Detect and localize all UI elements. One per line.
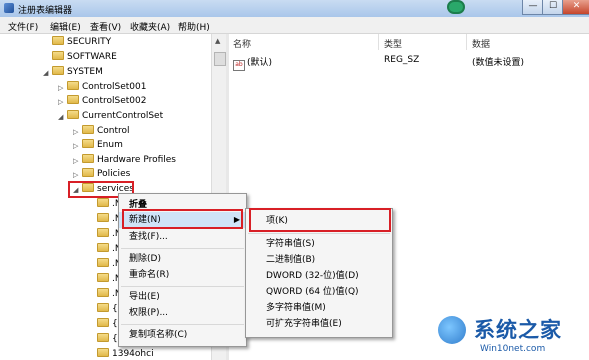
folder-icon <box>67 81 79 90</box>
folder-icon <box>82 154 94 163</box>
submenu-item-string[interactable]: 字符串值(S) <box>246 236 392 252</box>
scroll-thumb[interactable] <box>214 52 226 66</box>
menu-favorites[interactable]: 收藏夹(A) <box>130 20 170 33</box>
folder-icon <box>97 288 109 297</box>
scroll-up-icon[interactable]: ▲ <box>215 37 220 45</box>
submenu-item-expandable-string[interactable]: 可扩充字符串值(E) <box>246 316 392 332</box>
tree-node[interactable]: SYSTEM <box>52 65 103 79</box>
maximize-button[interactable]: ☐ <box>542 0 564 15</box>
regedit-icon <box>4 3 14 13</box>
submenu-item-qword[interactable]: QWORD (64 位)值(Q) <box>246 284 392 300</box>
menu-separator <box>121 324 244 325</box>
expander-closed-icon[interactable]: ▷ <box>73 157 78 165</box>
column-header-type[interactable]: 类型 <box>384 37 402 50</box>
string-value-icon: ab <box>233 60 245 71</box>
folder-icon <box>97 213 109 222</box>
tree-node[interactable]: Policies <box>82 167 130 181</box>
tree-node[interactable]: SOFTWARE <box>52 50 117 64</box>
window-title: 注册表编辑器 <box>18 6 73 16</box>
column-divider[interactable] <box>378 34 379 50</box>
expander-closed-icon[interactable]: ▷ <box>58 84 63 92</box>
folder-icon <box>97 318 109 327</box>
new-highlight-box <box>122 209 243 229</box>
tree-node[interactable]: Hardware Profiles <box>82 153 176 167</box>
menu-separator <box>248 233 390 234</box>
menu-file[interactable]: 文件(F) <box>8 20 38 33</box>
close-button[interactable]: ✕ <box>562 0 589 15</box>
column-header-name[interactable]: 名称 <box>233 37 251 50</box>
watermark-brand: 系统之家 <box>474 318 562 342</box>
expander-closed-icon[interactable]: ▷ <box>58 98 63 106</box>
watermark: 系统之家 Win10net.com <box>432 310 589 360</box>
submenu-item-binary[interactable]: 二进制值(B) <box>246 252 392 268</box>
submenu-item-multi-string[interactable]: 多字符串值(M) <box>246 300 392 316</box>
tree-node[interactable]: Control <box>82 124 130 138</box>
column-divider[interactable] <box>466 34 467 50</box>
minimize-button[interactable]: — <box>522 0 544 15</box>
folder-icon <box>97 273 109 282</box>
folder-icon <box>97 228 109 237</box>
expander-open-icon[interactable]: ◢ <box>43 69 48 77</box>
title-bar: 注册表编辑器 — ☐ ✕ <box>0 0 589 17</box>
folder-icon <box>97 198 109 207</box>
folder-icon <box>52 51 64 60</box>
tree-node[interactable]: 1394ohci <box>97 347 154 360</box>
value-row-name[interactable]: ab (默认) <box>233 55 272 71</box>
folder-icon <box>52 66 64 75</box>
value-row-data: (数值未设置) <box>472 58 525 68</box>
watermark-url: Win10net.com <box>480 344 546 354</box>
menu-item-permissions[interactable]: 权限(P)... <box>119 305 246 321</box>
expander-closed-icon[interactable]: ▷ <box>73 171 78 179</box>
menu-view[interactable]: 查看(V) <box>90 20 121 33</box>
menu-item-export[interactable]: 导出(E) <box>119 289 246 305</box>
menu-edit[interactable]: 编辑(E) <box>50 20 81 33</box>
menu-item-delete[interactable]: 删除(D) <box>119 251 246 267</box>
folder-icon <box>97 333 109 342</box>
submenu-item-dword[interactable]: DWORD (32-位)值(D) <box>246 268 392 284</box>
menu-item-copy-key-name[interactable]: 复制项名称(C) <box>119 327 246 343</box>
folder-icon <box>52 36 64 45</box>
expander-closed-icon[interactable]: ▷ <box>73 142 78 150</box>
folder-icon <box>97 258 109 267</box>
folder-icon <box>82 125 94 134</box>
tree-node[interactable]: ControlSet002 <box>67 94 147 108</box>
background-app-icon <box>447 0 465 14</box>
folder-icon <box>97 348 109 357</box>
folder-icon <box>82 168 94 177</box>
column-header-data[interactable]: 数据 <box>472 37 490 50</box>
menu-item-rename[interactable]: 重命名(R) <box>119 267 246 283</box>
menu-item-find[interactable]: 查找(F)... <box>119 229 246 245</box>
folder-icon <box>97 303 109 312</box>
watermark-logo-icon <box>438 316 466 344</box>
menu-help[interactable]: 帮助(H) <box>178 20 210 33</box>
folder-icon <box>67 110 79 119</box>
tree-node[interactable]: CurrentControlSet <box>67 109 163 123</box>
menu-bar: 文件(F) 编辑(E) 查看(V) 收藏夹(A) 帮助(H) <box>0 17 589 34</box>
folder-icon <box>97 243 109 252</box>
folder-icon <box>82 139 94 148</box>
key-highlight-box <box>249 208 391 232</box>
expander-closed-icon[interactable]: ▷ <box>73 128 78 136</box>
tree-node[interactable]: ControlSet001 <box>67 80 147 94</box>
expander-open-icon[interactable]: ◢ <box>58 113 63 121</box>
value-row-type: REG_SZ <box>384 55 420 65</box>
tree-node[interactable]: SECURITY <box>52 35 111 49</box>
menu-separator <box>121 248 244 249</box>
menu-separator <box>121 286 244 287</box>
folder-icon <box>67 95 79 104</box>
tree-node[interactable]: Enum <box>82 138 123 152</box>
